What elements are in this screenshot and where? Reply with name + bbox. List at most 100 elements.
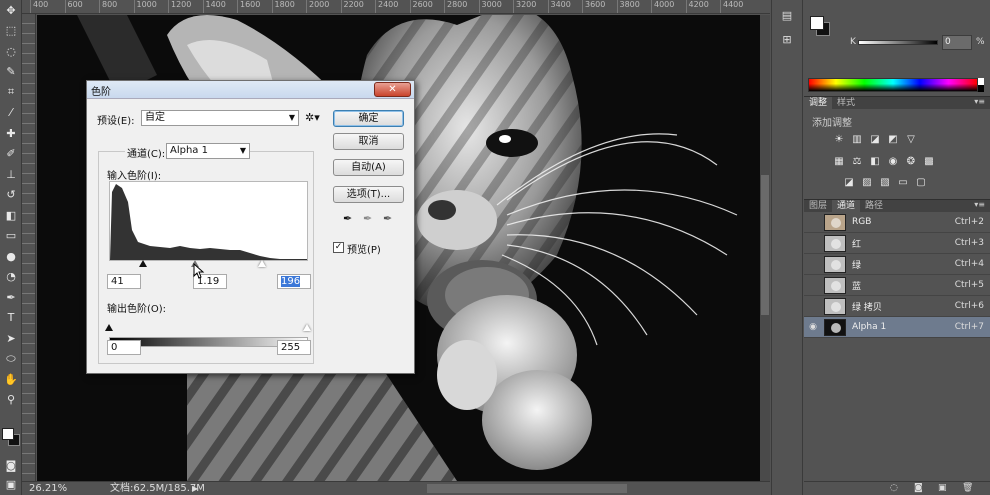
input-white-field[interactable]: 196 [277, 274, 311, 289]
channel-row[interactable]: 绿 Ctrl+4 [804, 254, 990, 275]
status-menu-icon[interactable]: ▶ [192, 482, 198, 495]
history-brush-tool-icon[interactable]: ↺ [0, 185, 22, 206]
ruler-tick-label: 1000 [133, 0, 157, 13]
photo-filter-icon[interactable]: ◉ [886, 154, 900, 168]
cancel-button[interactable]: 取消 [333, 133, 404, 150]
vertical-scrollbar[interactable] [760, 15, 770, 481]
quick-mask-icon[interactable]: ◙ [0, 455, 22, 476]
output-white-slider[interactable] [303, 324, 311, 331]
dialog-title-bar[interactable]: 色阶 ✕ [87, 81, 414, 99]
foreground-color-swatch[interactable] [2, 428, 14, 440]
ruler-tick-label: 1400 [202, 0, 226, 13]
selective-color-icon[interactable]: ▢ [914, 175, 928, 189]
channel-select[interactable]: Alpha 1 ▼ [166, 143, 250, 159]
invert-icon[interactable]: ◪ [842, 175, 856, 189]
close-icon[interactable]: ✕ [374, 82, 411, 97]
screen-mode-icon[interactable]: ▣ [0, 474, 22, 495]
clone-stamp-tool-icon[interactable]: ⊥ [0, 164, 22, 185]
pen-tool-icon[interactable]: ✒ [0, 287, 22, 308]
ruler-tick-label: 3400 [547, 0, 571, 13]
exposure-icon[interactable]: ◩ [886, 132, 900, 146]
delete-channel-icon[interactable]: 🗑 [962, 483, 973, 493]
channel-name: 绿 [852, 260, 862, 271]
shape-tool-icon[interactable]: ⬭ [0, 349, 22, 370]
channel-shortcut: Ctrl+6 [954, 301, 984, 311]
new-channel-icon[interactable]: ▣ [938, 483, 947, 493]
crop-tool-icon[interactable]: ⌗ [0, 82, 22, 103]
curves-icon[interactable]: ◪ [868, 132, 882, 146]
save-selection-icon[interactable]: ◙ [914, 483, 923, 493]
panel-foreground-color[interactable] [810, 16, 824, 30]
channel-row[interactable]: 蓝 Ctrl+5 [804, 275, 990, 296]
marquee-tool-icon[interactable]: ⬚ [0, 21, 22, 42]
lasso-tool-icon[interactable]: ◌ [0, 41, 22, 62]
channel-row[interactable]: 红 Ctrl+3 [804, 233, 990, 254]
tab-adjustments[interactable]: 调整 [804, 97, 833, 110]
output-black-slider[interactable] [105, 324, 113, 331]
channel-name: 红 [852, 239, 862, 250]
input-white-slider[interactable] [258, 260, 266, 267]
tab-styles[interactable]: 样式 [832, 97, 860, 110]
hue-saturation-icon[interactable]: ▦ [832, 154, 846, 168]
gradient-map-icon[interactable]: ▭ [896, 175, 910, 189]
preview-checkbox[interactable]: ✓ [333, 242, 344, 253]
channel-row[interactable]: 绿 拷贝 Ctrl+6 [804, 296, 990, 317]
color-spectrum[interactable] [808, 78, 978, 92]
black-eyedropper-icon[interactable]: ✒ [343, 212, 352, 225]
color-balance-icon[interactable]: ⚖ [850, 154, 864, 168]
zoom-tool-icon[interactable]: ⚲ [0, 390, 22, 411]
hand-tool-icon[interactable]: ✋ [0, 369, 22, 390]
preset-options-gear-icon[interactable]: ✲▾ [305, 111, 320, 124]
channel-thumbnail [824, 234, 846, 252]
visibility-eye-icon[interactable]: ◉ [806, 322, 820, 332]
input-black-field[interactable]: 41 [107, 274, 141, 289]
blur-tool-icon[interactable]: ● [0, 246, 22, 267]
quick-select-tool-icon[interactable]: ✎ [0, 62, 22, 83]
color-swatches[interactable] [2, 428, 20, 446]
posterize-icon[interactable]: ▨ [860, 175, 874, 189]
auto-button[interactable]: 自动(A) [333, 159, 404, 176]
preset-select[interactable]: 自定 ▼ [141, 110, 299, 126]
eyedropper-tool-icon[interactable]: ⁄ [0, 103, 22, 124]
threshold-icon[interactable]: ▧ [878, 175, 892, 189]
input-white-value: 196 [281, 276, 301, 287]
output-white-field[interactable]: 255 [277, 340, 311, 355]
brightness-icon[interactable]: ☀ [832, 132, 846, 146]
ok-button[interactable]: 确定 [333, 110, 404, 127]
options-button[interactable]: 选项(T)... [333, 186, 404, 203]
adjust-tabs: 调整 样式 ▾≡ [804, 96, 990, 110]
dodge-tool-icon[interactable]: ◔ [0, 267, 22, 288]
gray-eyedropper-icon[interactable]: ✒ [363, 212, 372, 225]
black-white-chip[interactable] [978, 78, 984, 92]
white-eyedropper-icon[interactable]: ✒ [383, 212, 392, 225]
channel-thumbnail [824, 318, 846, 336]
channel-mixer-icon[interactable]: ❂ [904, 154, 918, 168]
history-panel-icon[interactable]: ▤ [776, 6, 798, 24]
preset-label: 预设(E): [97, 116, 135, 127]
move-tool-icon[interactable]: ✥ [0, 0, 22, 21]
adjust-panel-menu-icon[interactable]: ▾≡ [974, 97, 985, 106]
load-selection-icon[interactable]: ◌ [890, 483, 898, 493]
input-black-slider[interactable] [139, 260, 147, 267]
zoom-level[interactable]: 26.21% [29, 482, 67, 495]
color-lookup-icon[interactable]: ▩ [922, 154, 936, 168]
vibrance-icon[interactable]: ▽ [904, 132, 918, 146]
channel-row[interactable]: ◉ Alpha 1 Ctrl+7 [804, 317, 990, 338]
horizontal-scroll-thumb[interactable] [427, 484, 627, 493]
vertical-scroll-thumb[interactable] [761, 175, 769, 315]
levels-icon[interactable]: ▥ [850, 132, 864, 146]
gradient-tool-icon[interactable]: ▭ [0, 226, 22, 247]
output-black-field[interactable]: 0 [107, 340, 141, 355]
healing-brush-tool-icon[interactable]: ✚ [0, 123, 22, 144]
black-white-icon[interactable]: ◧ [868, 154, 882, 168]
channels-panel-menu-icon[interactable]: ▾≡ [974, 200, 985, 209]
channel-row[interactable]: RGB Ctrl+2 [804, 212, 990, 233]
dialog-body: 预设(E): 自定 ▼ ✲▾ 通道(C): Alpha 1 ▼ 输入色阶(I):… [87, 100, 414, 373]
k-slider[interactable] [858, 40, 938, 45]
path-select-tool-icon[interactable]: ➤ [0, 328, 22, 349]
brush-tool-icon[interactable]: ✐ [0, 144, 22, 165]
type-tool-icon[interactable]: T [0, 308, 22, 329]
k-value-field[interactable]: 0 [942, 35, 972, 50]
eraser-tool-icon[interactable]: ◧ [0, 205, 22, 226]
properties-panel-icon[interactable]: ⊞ [776, 30, 798, 48]
